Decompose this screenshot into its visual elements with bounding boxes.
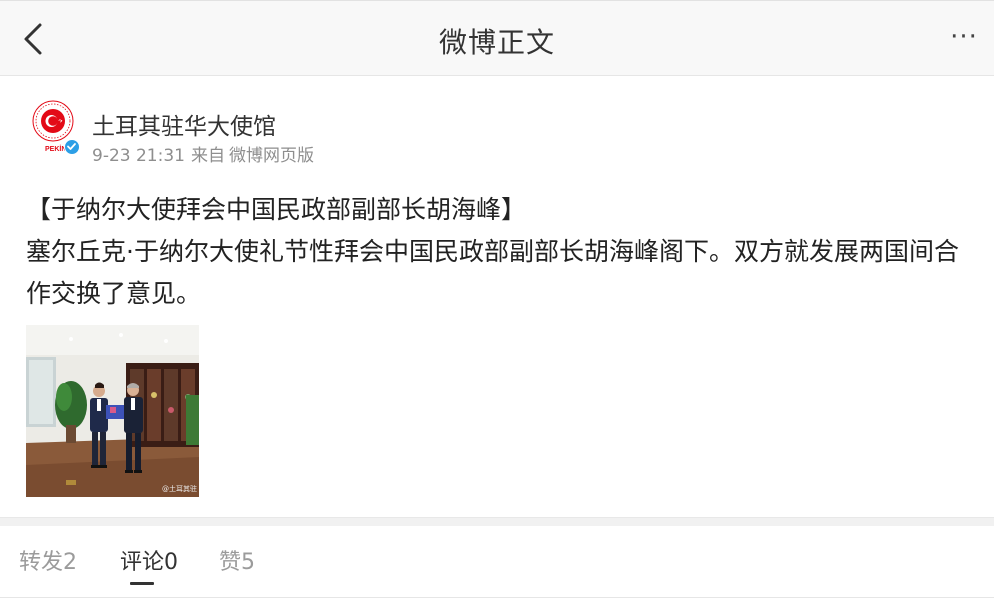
tab-comments[interactable]: 评论0 bbox=[120, 544, 178, 576]
top-nav-bar: 微博正文 ··· bbox=[0, 0, 994, 76]
post-meta: 9-23 21:31 来自 微博网页版 bbox=[92, 141, 320, 166]
source-prefix: 来自 bbox=[190, 146, 225, 166]
interaction-tabs: 转发2 评论0 赞5 bbox=[0, 526, 994, 598]
verified-check-icon bbox=[67, 143, 76, 150]
tab-reposts[interactable]: 转发2 bbox=[19, 544, 77, 576]
weibo-post: PEKİN 土耳其驻华大使馆 9-23 21:31 来自 微博网页版 【于纳尔大使拜… bbox=[0, 76, 994, 517]
post-source[interactable]: 微博网页版 bbox=[229, 146, 314, 166]
section-divider bbox=[0, 517, 994, 526]
active-tab-indicator bbox=[130, 582, 154, 585]
image-watermark: @土耳其驻 bbox=[162, 485, 197, 493]
page-title: 微博正文 bbox=[438, 26, 555, 59]
post-timestamp: 9-23 21:31 bbox=[92, 146, 185, 166]
post-content-body: 塞尔丘克·于纳尔大使礼节性拜会中国民政部副部长胡海峰阁下。双方就发展两国间合作交… bbox=[26, 237, 959, 308]
post-content-title: 【于纳尔大使拜会中国民政部副部长胡海峰】 bbox=[26, 195, 527, 224]
author-name[interactable]: 土耳其驻华大使馆 bbox=[92, 107, 276, 141]
tab-likes[interactable]: 赞5 bbox=[219, 544, 255, 576]
post-content: 【于纳尔大使拜会中国民政部副部长胡海峰】 塞尔丘克·于纳尔大使礼节性拜会中国民政… bbox=[26, 189, 976, 315]
meeting-photo bbox=[26, 325, 199, 497]
verified-badge bbox=[64, 139, 80, 155]
post-image[interactable]: @土耳其驻 bbox=[26, 325, 199, 497]
more-options-button[interactable]: ··· bbox=[946, 19, 982, 59]
